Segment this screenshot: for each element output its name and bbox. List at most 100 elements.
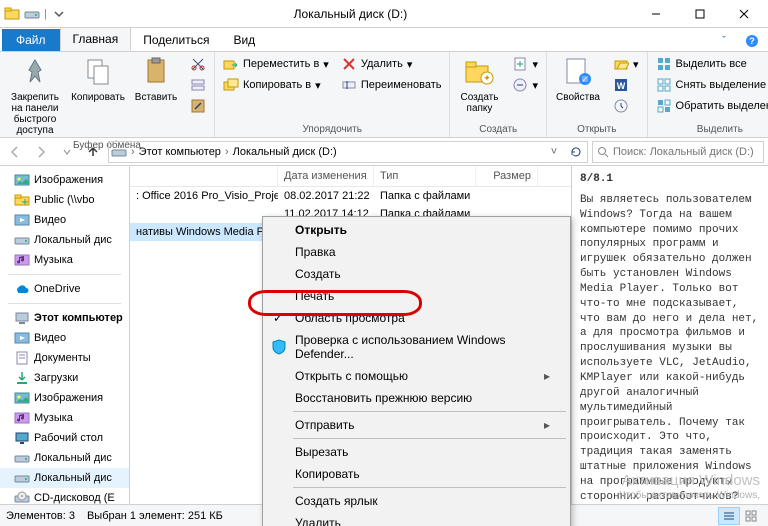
preview-text: Вы являетесь пользователем Windows? Тогд… [580,193,760,504]
copy-path-small-button[interactable] [186,75,210,95]
tree-item[interactable]: Музыка [0,408,129,428]
tree-item-label: Музыка [34,254,73,266]
help-button[interactable]: ? [742,31,762,51]
col-size[interactable]: Размер [476,166,538,186]
menu-item[interactable]: Проверка с использованием Windows Defend… [265,329,568,365]
back-button[interactable] [4,141,26,163]
tree-item[interactable]: Изображения [0,388,129,408]
select-all-icon [656,56,672,72]
edit-small-button[interactable]: W [609,75,643,95]
recent-locations-button[interactable] [56,141,78,163]
tree-item[interactable]: Локальный дис [0,468,129,488]
breadcrumb[interactable]: Этот компьютер [139,146,221,158]
menu-item-label: Правка [295,245,336,259]
table-row[interactable]: : Office 2016 Pro_Visio_Project08.02.201… [130,187,571,205]
drive-icon [24,6,40,22]
history-small-button[interactable] [609,96,643,116]
menu-item[interactable]: Вырезать [265,441,568,463]
invert-selection-button[interactable]: Обратить выделение [652,96,768,116]
menu-item[interactable]: Восстановить прежнюю версию [265,387,568,409]
delete-button[interactable]: Удалить ▾ [337,54,446,74]
collapse-ribbon-button[interactable]: ˇ [714,31,734,51]
open-small-button[interactable]: ▾ [609,54,643,74]
rename-button[interactable]: Переименовать [337,75,446,95]
select-all-button[interactable]: Выделить все [652,54,768,74]
copy-to-button[interactable]: Копировать в ▾ [219,75,333,95]
up-button[interactable] [82,141,104,163]
tree-item[interactable]: Этот компьютер [0,308,129,328]
thumbnails-view-button[interactable] [740,507,762,525]
col-date[interactable]: Дата изменения [278,166,374,186]
column-headers[interactable]: Дата изменения Тип Размер [130,166,571,187]
tree-item[interactable]: Документы [0,348,129,368]
menu-item[interactable]: Копировать [265,463,568,485]
breadcrumb[interactable]: Локальный диск (D:) [233,146,337,158]
tree-item[interactable]: Локальный дис [0,448,129,468]
tab-share[interactable]: Поделиться [131,29,221,51]
explorer-icon [4,6,20,22]
menu-item[interactable]: Создать ярлык [265,490,568,512]
paste-shortcut-small-button[interactable] [186,96,210,116]
tree-item-label: Музыка [34,412,73,424]
menu-item[interactable]: Открыть [265,219,568,241]
svg-text:?: ? [749,36,755,46]
file-tab[interactable]: Файл [2,29,60,51]
new-folder-button[interactable]: ✦ Создать папку [454,54,504,116]
address-bar[interactable]: › Этот компьютер › Локальный диск (D:) ˅ [108,141,588,163]
menu-item-label: Восстановить прежнюю версию [295,391,472,405]
chevron-right-icon[interactable]: › [131,146,135,158]
tab-home[interactable]: Главная [60,27,132,51]
menu-item[interactable]: Печать [265,285,568,307]
new-item-button[interactable]: ▾ [508,54,542,74]
view-buttons [718,507,762,525]
select-none-button[interactable]: Снять выделение [652,75,768,95]
pictures-icon [14,390,30,406]
tree-item[interactable]: Видео [0,210,129,230]
tree-item[interactable]: Музыка [0,250,129,270]
cut-small-button[interactable] [186,54,210,74]
maximize-button[interactable] [678,0,722,28]
tree-item[interactable]: Локальный дис [0,230,129,250]
easy-access-button[interactable]: ▾ [508,75,542,95]
navigation-tree[interactable]: ИзображенияPublic (\\vboВидеоЛокальный д… [0,166,130,504]
chevron-down-icon[interactable] [51,6,67,22]
search-input[interactable] [613,146,759,158]
details-view-button[interactable] [718,507,740,525]
tree-item-label: Локальный дис [34,452,112,464]
pin-to-quick-access-button[interactable]: Закрепить на панели быстрого доступа [4,54,66,138]
close-button[interactable] [722,0,766,28]
menu-item-label: Удалить [295,516,341,526]
addr-dropdown-button[interactable]: ˅ [545,141,563,163]
tree-item[interactable]: Изображения [0,170,129,190]
paste-button[interactable]: Вставить [130,54,182,105]
copy-button[interactable]: Копировать [70,54,126,105]
select-none-icon [656,77,672,93]
invert-icon [656,98,672,114]
tree-item-label: Рабочий стол [34,432,103,444]
tab-view[interactable]: Вид [221,29,267,51]
tree-item[interactable]: Видео [0,328,129,348]
properties-button[interactable]: ✓ Свойства [551,54,605,105]
minimize-button[interactable] [634,0,678,28]
tree-item[interactable]: Рабочий стол [0,428,129,448]
tree-item[interactable]: Загрузки [0,368,129,388]
col-type[interactable]: Тип [374,166,476,186]
chevron-right-icon[interactable]: › [225,146,229,158]
downloads-icon [14,370,30,386]
refresh-button[interactable] [567,141,585,163]
tree-item[interactable]: Public (\\vbo [0,190,129,210]
menu-item[interactable]: ✓Область просмотра [265,307,568,329]
move-to-button[interactable]: Переместить в ▾ [219,54,333,74]
menu-item[interactable]: Создать [265,263,568,285]
menu-item[interactable]: Открыть с помощью▸ [265,365,568,387]
tree-item[interactable]: CD-дисковод (E [0,488,129,504]
menu-item[interactable]: Правка [265,241,568,263]
forward-button[interactable] [30,141,52,163]
menu-item[interactable]: Удалить [265,512,568,526]
menu-item[interactable]: Отправить▸ [265,414,568,436]
search-box[interactable] [592,141,764,163]
tree-item[interactable]: OneDrive [0,279,129,299]
col-name[interactable] [130,166,278,186]
context-menu[interactable]: Открыть Правка СоздатьПечать✓Область просм… [262,216,571,526]
file-list[interactable]: Дата изменения Тип Размер : Office 2016 … [130,166,572,504]
